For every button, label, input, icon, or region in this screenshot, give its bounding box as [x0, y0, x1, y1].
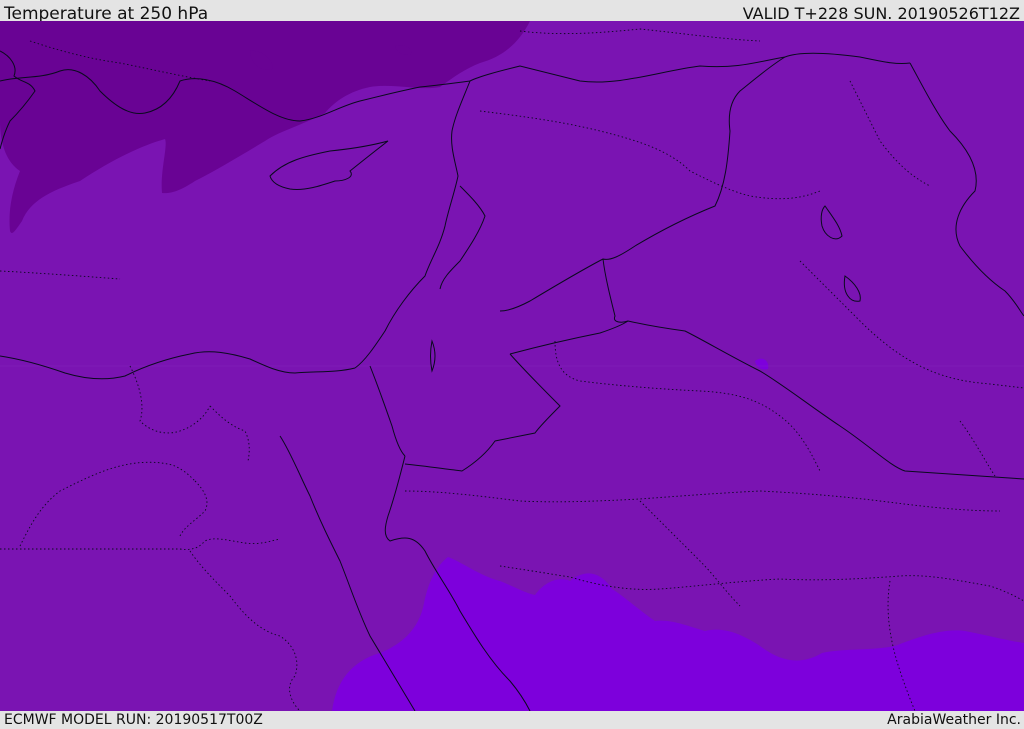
model-run-label: ECMWF MODEL RUN: 20190517T00Z — [4, 712, 263, 728]
temperature-map — [0, 21, 1024, 711]
header-bar: Temperature at 250 hPa VALID T+228 SUN. … — [0, 0, 1024, 24]
footer-bar: ECMWF MODEL RUN: 20190517T00Z ArabiaWeat… — [0, 711, 1024, 729]
credit-label: ArabiaWeather Inc. — [887, 712, 1021, 728]
